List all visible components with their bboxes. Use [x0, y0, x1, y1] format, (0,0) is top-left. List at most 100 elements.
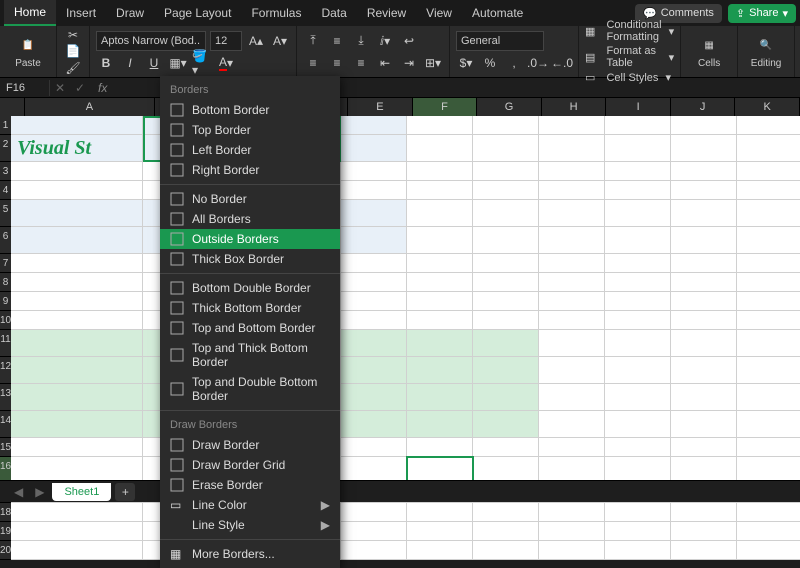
row-header[interactable]: 13 [0, 384, 11, 411]
cell[interactable] [341, 357, 407, 384]
cell[interactable] [11, 254, 143, 273]
row-header[interactable]: 6 [0, 227, 11, 254]
merge-button[interactable]: ⊞▾ [423, 53, 443, 73]
col-header-g[interactable]: G [477, 98, 542, 116]
format-as-table-button[interactable]: ▤ Format as Table ▾ [585, 45, 674, 69]
cell[interactable] [539, 503, 605, 522]
cell[interactable] [539, 227, 605, 254]
cell[interactable] [11, 181, 143, 200]
cell[interactable] [671, 181, 737, 200]
menu-item-thick-box-border[interactable]: Thick Box Border [160, 249, 340, 269]
row-header[interactable]: 14 [0, 411, 11, 438]
cell[interactable] [605, 311, 671, 330]
cell[interactable] [341, 411, 407, 438]
cell[interactable] [737, 227, 800, 254]
col-header-e[interactable]: E [348, 98, 413, 116]
col-header-j[interactable]: J [671, 98, 736, 116]
cell[interactable] [473, 384, 539, 411]
orientation-button[interactable]: ⅈ▾ [375, 31, 395, 51]
cell[interactable] [407, 330, 473, 357]
cell[interactable] [605, 292, 671, 311]
cell[interactable] [11, 292, 143, 311]
cell[interactable] [605, 227, 671, 254]
cell[interactable] [473, 227, 539, 254]
row-header[interactable]: 20 [0, 541, 11, 560]
menu-item-draw-border[interactable]: Draw Border [160, 435, 340, 455]
tab-formulas[interactable]: Formulas [241, 1, 311, 25]
row-header[interactable]: 3 [0, 162, 11, 181]
font-color-button[interactable]: A▾ [216, 53, 236, 73]
row-header[interactable]: 18 [0, 503, 11, 522]
cell[interactable] [539, 357, 605, 384]
cell[interactable] [539, 384, 605, 411]
cell[interactable] [539, 273, 605, 292]
cell[interactable] [341, 522, 407, 541]
cell[interactable] [473, 200, 539, 227]
cell[interactable] [539, 162, 605, 181]
percent-button[interactable]: % [480, 53, 500, 73]
cell[interactable] [671, 273, 737, 292]
cell[interactable] [341, 503, 407, 522]
cell[interactable] [473, 292, 539, 311]
number-format-select[interactable] [456, 31, 544, 51]
cell[interactable] [605, 411, 671, 438]
fx-icon[interactable]: fx [90, 81, 115, 95]
cell[interactable] [11, 311, 143, 330]
sheet-nav-next[interactable]: ▶ [31, 485, 48, 499]
cell[interactable] [407, 116, 473, 135]
cell[interactable] [737, 311, 800, 330]
cell[interactable] [341, 384, 407, 411]
cell[interactable] [539, 292, 605, 311]
cell[interactable] [737, 135, 800, 162]
cell[interactable] [605, 330, 671, 357]
font-name-select[interactable] [96, 31, 206, 51]
cell[interactable] [605, 162, 671, 181]
tab-review[interactable]: Review [357, 1, 416, 25]
cell[interactable] [11, 522, 143, 541]
menu-line-style[interactable]: Line Style ▶ [160, 515, 340, 535]
row-header[interactable]: 7 [0, 254, 11, 273]
cell[interactable] [671, 254, 737, 273]
cell[interactable] [341, 330, 407, 357]
tab-draw[interactable]: Draw [106, 1, 154, 25]
cell[interactable] [407, 292, 473, 311]
cell[interactable] [407, 200, 473, 227]
menu-item-right-border[interactable]: Right Border [160, 160, 340, 180]
menu-item-bottom-double-border[interactable]: Bottom Double Border [160, 278, 340, 298]
menu-item-all-borders[interactable]: All Borders [160, 209, 340, 229]
decrease-indent-button[interactable]: ⇤ [375, 53, 395, 73]
cell[interactable] [473, 311, 539, 330]
cell[interactable] [671, 330, 737, 357]
decrease-font-button[interactable]: A▾ [270, 31, 290, 51]
cells-button[interactable]: ▦ Cells [687, 29, 731, 75]
row-header[interactable]: 9 [0, 292, 11, 311]
cell[interactable] [407, 254, 473, 273]
cell[interactable] [605, 503, 671, 522]
cell[interactable] [11, 200, 143, 227]
cell[interactable] [737, 116, 800, 135]
sheet-tab[interactable]: Sheet1 [52, 483, 111, 501]
cell[interactable] [605, 273, 671, 292]
cell[interactable] [473, 541, 539, 560]
cell[interactable] [671, 200, 737, 227]
align-middle-button[interactable]: ≡ [327, 31, 347, 51]
cell[interactable] [671, 411, 737, 438]
increase-indent-button[interactable]: ⇥ [399, 53, 419, 73]
increase-decimal-button[interactable]: .0→ [528, 53, 548, 73]
row-header[interactable]: 10 [0, 311, 11, 330]
cell[interactable] [341, 541, 407, 560]
cell[interactable] [671, 311, 737, 330]
cell[interactable] [11, 330, 143, 357]
cell[interactable] [671, 116, 737, 135]
menu-item-erase-border[interactable]: Erase Border [160, 475, 340, 495]
row-header[interactable]: 1 [0, 116, 11, 135]
cell[interactable] [605, 181, 671, 200]
cell[interactable] [341, 200, 407, 227]
cell[interactable] [737, 522, 800, 541]
cell[interactable] [605, 254, 671, 273]
cell[interactable] [407, 541, 473, 560]
font-size-select[interactable] [210, 31, 242, 51]
menu-item-draw-border-grid[interactable]: Draw Border Grid [160, 455, 340, 475]
cell[interactable] [11, 273, 143, 292]
col-header-i[interactable]: I [606, 98, 671, 116]
